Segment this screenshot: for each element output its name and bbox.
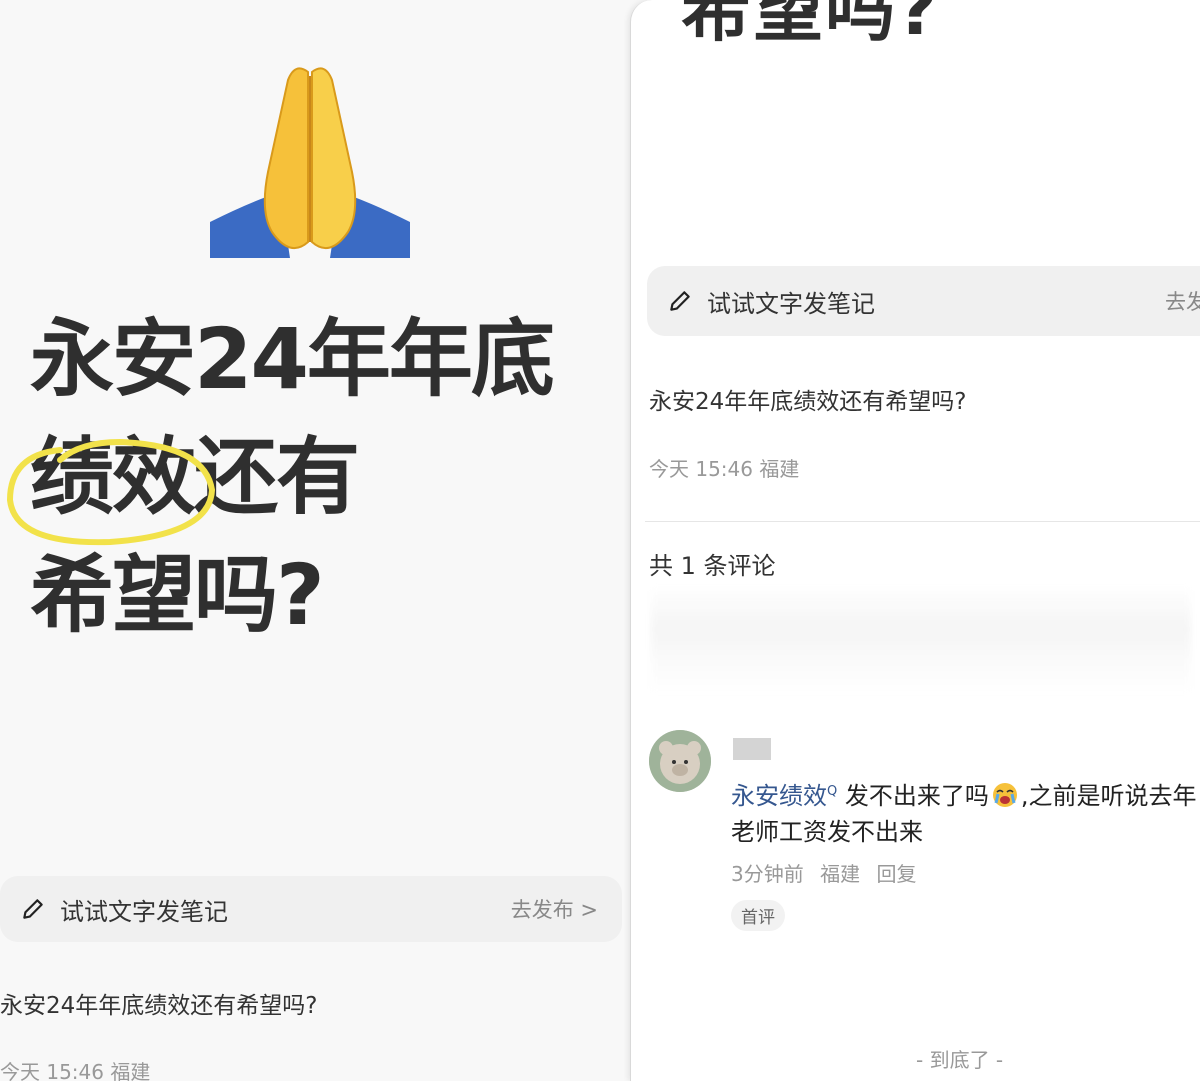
comments-header: 共 1 条评论	[649, 552, 776, 580]
post-title: 永安24年年底绩效还有希望吗?	[0, 993, 318, 1019]
reply-button[interactable]: 回复	[876, 862, 916, 886]
post-meta: 今天 15:46 福建	[649, 457, 800, 481]
end-of-list-hint: - 到底了 -	[916, 1048, 1004, 1072]
first-comment-badge: 首评	[731, 900, 785, 931]
blurred-region	[651, 585, 1191, 695]
right-screenshot-panel: 希望吗? 试试文字发笔记 去发 永安24年年底绩效还有希望吗? 今天 15:46…	[630, 0, 1200, 1081]
left-screenshot-panel: 永安24年年底 绩效还有 希望吗? 试试文字发笔记 去发布 > 永安24年年底绩…	[0, 0, 630, 1081]
compose-note-bar[interactable]: 试试文字发笔记 去发布 >	[0, 876, 622, 942]
compose-label: 试试文字发笔记	[707, 289, 875, 318]
topic-link[interactable]: 永安绩效	[731, 782, 827, 810]
username-redacted	[733, 738, 771, 760]
cropped-title: 希望吗?	[681, 0, 940, 51]
pencil-icon	[670, 291, 690, 311]
comment-text: 永安绩效Q 发不出来了吗 ,之前是听说去年老师工资发不出来	[731, 774, 1200, 850]
go-publish-button[interactable]: 去发	[1165, 286, 1200, 316]
folded-hands-icon	[210, 67, 410, 258]
big-title-line-1: 永安24年年底	[30, 310, 555, 408]
avatar[interactable]	[649, 730, 711, 792]
post-title: 永安24年年底绩效还有希望吗?	[649, 389, 967, 415]
comment-text-part1: 发不出来了吗	[844, 782, 989, 810]
crying-face-icon	[992, 783, 1017, 807]
pencil-icon	[23, 899, 43, 919]
comment-time: 3分钟前	[731, 862, 804, 886]
post-meta: 今天 15:46 福建	[0, 1060, 151, 1081]
comment-meta: 3分钟前 福建 回复	[731, 858, 926, 887]
compose-note-bar[interactable]: 试试文字发笔记 去发	[647, 266, 1200, 336]
highlight-circle-mark	[6, 438, 216, 546]
go-publish-button[interactable]: 去发布 >	[511, 894, 598, 924]
topic-search-icon: Q	[827, 784, 838, 799]
divider	[645, 521, 1200, 522]
big-title-line-3: 希望吗?	[30, 546, 325, 644]
compose-label: 试试文字发笔记	[60, 897, 228, 926]
avatar-bear-icon	[649, 730, 711, 792]
comment-location: 福建	[820, 862, 861, 886]
